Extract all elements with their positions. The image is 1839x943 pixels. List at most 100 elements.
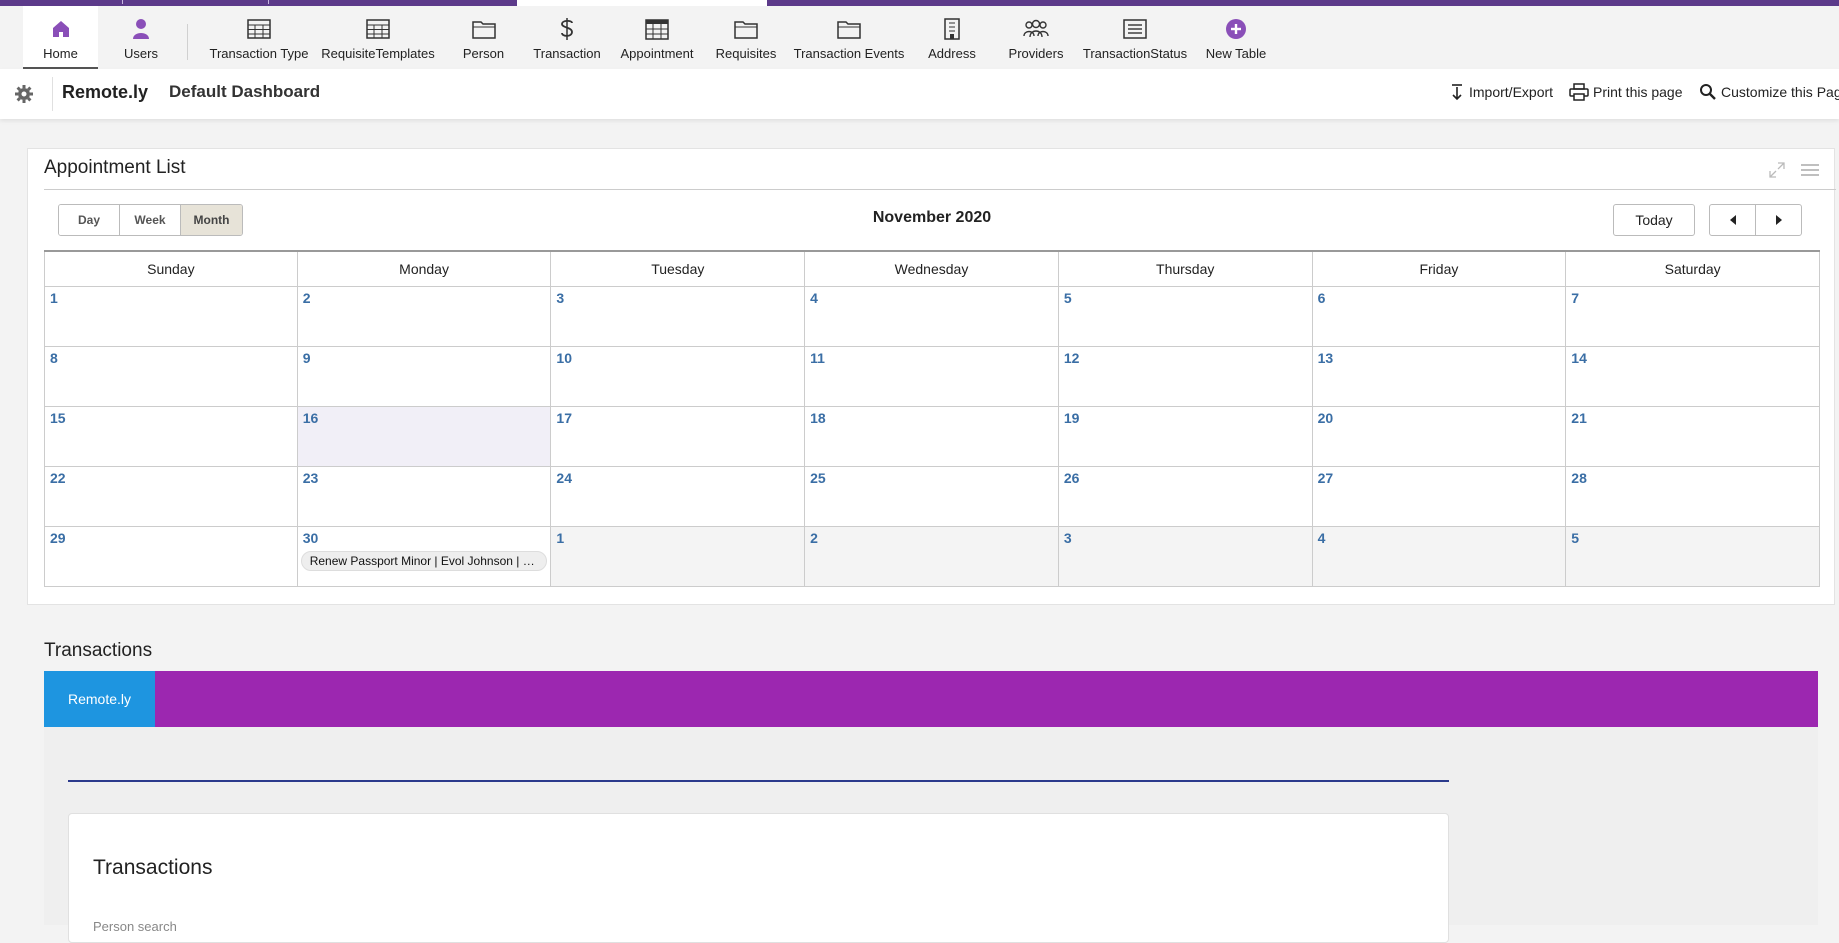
day-number[interactable]: 16 [303,410,319,426]
calendar-day-cell[interactable]: 1 [551,527,806,587]
calendar-day-cell[interactable]: 30 Renew Passport Minor | Evol Johnson | … [297,527,552,587]
calendar-day-cell[interactable]: 27 [1312,467,1567,527]
day-number[interactable]: 28 [1571,470,1587,486]
day-number[interactable]: 27 [1318,470,1334,486]
calendar-day-cell[interactable]: 29 [44,527,298,587]
toolbar-item-person[interactable]: Person [455,6,512,69]
day-number[interactable]: 12 [1064,350,1080,366]
next-month-button[interactable] [1755,204,1802,236]
calendar-day-cell[interactable]: 10 [551,347,806,407]
calendar-day-cell[interactable]: 25 [805,467,1059,527]
prev-month-button[interactable] [1709,204,1756,236]
day-number[interactable]: 15 [50,410,66,426]
toolbar-item-address[interactable]: Address [926,6,978,69]
calendar-day-cell[interactable]: 16 [297,407,552,467]
expand-icon[interactable] [1768,161,1786,184]
app-brand[interactable]: Remote.ly [62,82,148,103]
calendar-day-cell[interactable]: 24 [551,467,806,527]
customize-button[interactable]: Customize this Page [1699,83,1839,101]
day-number[interactable]: 18 [810,410,826,426]
calendar-day-cell[interactable]: 26 [1058,467,1313,527]
calendar-day-cell[interactable]: 14 [1566,347,1820,407]
import-export-label: Import/Export [1469,84,1554,100]
calendar-day-cell[interactable]: 3 [1058,527,1313,587]
day-number[interactable]: 29 [50,530,66,546]
toolbar-item-new-table[interactable]: New Table [1203,6,1269,69]
calendar-day-cell[interactable]: 15 [44,407,298,467]
calendar-day-cell[interactable]: 13 [1312,347,1567,407]
day-number[interactable]: 23 [303,470,319,486]
day-number[interactable]: 10 [556,350,572,366]
calendar-day-cell[interactable]: 7 [1566,287,1820,347]
day-number[interactable]: 11 [810,350,825,366]
today-button[interactable]: Today [1613,204,1695,236]
day-number[interactable]: 8 [50,350,58,366]
toolbar-item-users[interactable]: Users [111,6,171,69]
calendar-day-cell[interactable]: 19 [1058,407,1313,467]
day-number[interactable]: 26 [1064,470,1080,486]
day-number[interactable]: 3 [556,290,564,306]
day-number[interactable]: 2 [810,530,818,546]
toolbar-item-appointment[interactable]: Appointment [618,6,696,69]
day-number[interactable]: 30 [303,530,319,546]
day-number[interactable]: 2 [303,290,311,306]
appointment-event[interactable]: Renew Passport Minor | Evol Johnson | d.… [300,551,547,571]
toolbar-item-transaction[interactable]: Transaction [529,6,605,69]
calendar-day-cell[interactable]: 18 [805,407,1059,467]
calendar-day-cell[interactable]: 17 [551,407,806,467]
calendar-day-cell[interactable]: 22 [44,467,298,527]
toolbar-item-requisite-templates[interactable]: RequisiteTemplates [321,6,435,69]
day-number[interactable]: 14 [1571,350,1587,366]
calendar-day-cell[interactable]: 3 [551,287,806,347]
day-number[interactable]: 9 [303,350,311,366]
day-number[interactable]: 4 [810,290,818,306]
print-button[interactable]: Print this page [1569,83,1683,101]
day-number[interactable]: 20 [1318,410,1334,426]
day-number[interactable]: 1 [50,290,58,306]
day-number[interactable]: 4 [1318,530,1326,546]
calendar-day-cell[interactable]: 8 [44,347,298,407]
calendar-day-cell[interactable]: 11 [805,347,1059,407]
day-number[interactable]: 17 [556,410,572,426]
day-number[interactable]: 1 [556,530,564,546]
menu-icon[interactable] [1800,162,1820,183]
toolbar-label: Requisites [715,46,777,61]
day-number[interactable]: 19 [1064,410,1080,426]
day-number[interactable]: 24 [556,470,572,486]
day-number[interactable]: 21 [1571,410,1587,426]
toolbar-item-home[interactable]: Home [23,6,98,69]
calendar-day-cell[interactable]: 23 [297,467,552,527]
calendar-day-cell[interactable]: 20 [1312,407,1567,467]
toolbar-item-transaction-status[interactable]: TransactionStatus [1083,6,1187,69]
calendar-day-cell[interactable]: 12 [1058,347,1313,407]
day-number[interactable]: 25 [810,470,826,486]
calendar-day-cell[interactable]: 6 [1312,287,1567,347]
day-number[interactable]: 7 [1571,290,1579,306]
toolbar-item-transaction-events[interactable]: Transaction Events [794,6,904,69]
transactions-tab-bar: Remote.ly [44,671,1818,727]
day-number[interactable]: 5 [1571,530,1579,546]
calendar-day-cell[interactable]: 1 [44,287,298,347]
day-number[interactable]: 13 [1318,350,1334,366]
day-number[interactable]: 3 [1064,530,1072,546]
toolbar-label: RequisiteTemplates [321,46,435,61]
calendar-day-cell[interactable]: 4 [1312,527,1567,587]
import-export-button[interactable]: Import/Export [1449,83,1553,101]
calendar-day-cell[interactable]: 2 [805,527,1059,587]
calendar-day-cell[interactable]: 28 [1566,467,1820,527]
calendar-day-cell[interactable]: 2 [297,287,552,347]
calendar-day-cell[interactable]: 5 [1566,527,1820,587]
toolbar-item-providers[interactable]: Providers [1004,6,1068,69]
day-number[interactable]: 6 [1318,290,1326,306]
gear-icon[interactable] [14,84,34,104]
day-number[interactable]: 5 [1064,290,1072,306]
tab-remotely[interactable]: Remote.ly [44,671,155,727]
toolbar-item-requisites[interactable]: Requisites [714,6,778,69]
calendar-day-cell[interactable]: 21 [1566,407,1820,467]
toolbar-item-transaction-type[interactable]: Transaction Type [209,6,309,69]
calendar-day-cell[interactable]: 5 [1058,287,1313,347]
calendar-day-cell[interactable]: 4 [805,287,1059,347]
calendar-day-cell[interactable]: 9 [297,347,552,407]
day-number[interactable]: 22 [50,470,66,486]
page-header: Remote.ly Default Dashboard Import/Expor… [0,69,1839,119]
